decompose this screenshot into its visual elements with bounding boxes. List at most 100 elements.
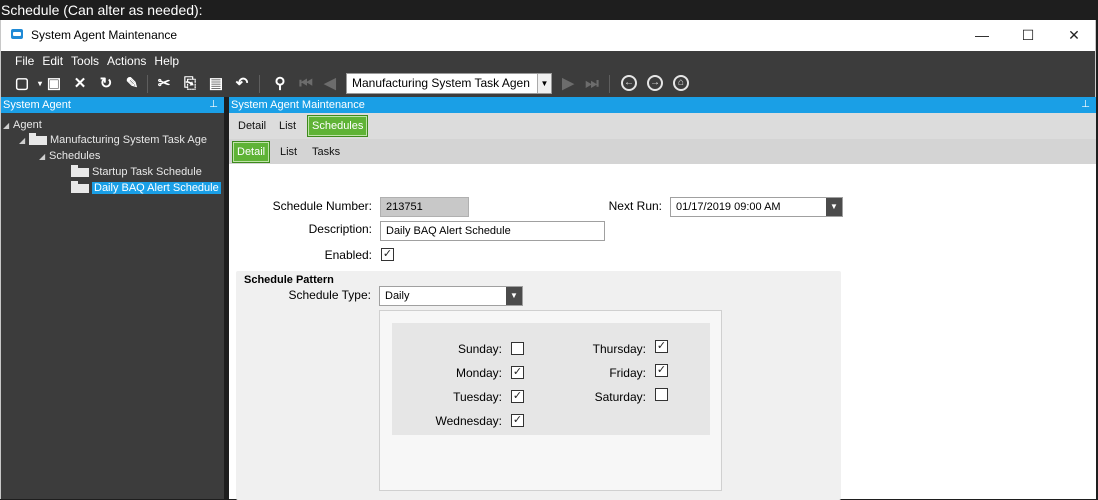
last-record-icon[interactable]: ⏭ [583,75,601,93]
delete-icon[interactable]: ✕ [71,75,89,93]
tree-pane-title: System Agent [3,99,71,111]
menu-actions[interactable]: Actions [103,51,150,71]
menu-file[interactable]: File [11,51,38,71]
tree-node-label: Startup Task Schedule [92,166,202,178]
next-run-field[interactable]: 01/17/2019 09:00 AM ▼ [670,197,843,217]
chevron-down-icon[interactable]: ▼ [506,287,522,305]
enabled-checkbox[interactable]: ✓ [381,248,394,261]
folder-icon [71,181,89,193]
record-selector[interactable]: Manufacturing System Task Agen ▼ [346,73,552,94]
pin-icon[interactable]: ⊥ [1081,97,1090,113]
schedule-type-value: Daily [385,290,410,302]
schedule-type-label: Schedule Type: [288,288,371,302]
paste-icon[interactable]: ▤ [207,75,225,93]
tree-pane-header: System Agent ⊥ [1,97,224,113]
day-selection-box: Sunday: Monday: ✓ Tuesday: ✓ Wednesday: … [392,323,710,435]
toolbar: ▢ ▾ ▣ ✕ ↻ ✎ ✂ ⎘ ▤ ↶ ⚲ ⏮ ◀ Manufacturing … [1,71,1095,97]
detail-pane: System Agent Maintenance ⊥ Detail List S… [229,97,1096,500]
folder-icon [71,165,89,177]
chevron-down-icon[interactable]: ▼ [537,74,551,93]
undo-icon[interactable]: ↶ [233,75,251,93]
schedule-number-field: 213751 [380,197,469,217]
tree-node-agent[interactable]: ◢ Agent [3,117,42,133]
tree-node-label: Manufacturing System Task Age [50,134,207,146]
app-window: System Agent Maintenance — ☐ ✕ File Edit Too… [0,20,1096,500]
toolbar-separator [609,75,610,93]
record-selector-value: Manufacturing System Task Agen [352,76,530,90]
description-value: Daily BAQ Alert Schedule [386,225,511,237]
subtab-list[interactable]: List [276,143,301,163]
menu-help[interactable]: Help [150,51,183,71]
clear-icon[interactable]: ✎ [123,75,141,93]
detail-pane-header: System Agent Maintenance ⊥ [229,97,1096,113]
tree-node-startup-schedule[interactable]: Startup Task Schedule [71,164,202,180]
minimize-button[interactable]: — [959,20,1005,51]
sub-tab-strip: Detail List Tasks [229,139,1096,164]
refresh-icon[interactable]: ↻ [97,75,115,93]
back-icon[interactable]: ← [621,75,637,91]
friday-label: Friday: [609,366,646,380]
enabled-label: Enabled: [324,248,372,262]
tree-node-label-selected: Daily BAQ Alert Schedule [92,182,221,194]
expand-arrow-icon[interactable]: ◢ [3,118,13,134]
subtab-detail[interactable]: Detail [232,141,271,163]
copy-icon[interactable]: ⎘ [181,75,199,93]
saturday-label: Saturday: [594,390,646,404]
chevron-down-icon[interactable]: ▼ [826,198,842,216]
home-icon[interactable]: ⌂ [673,75,689,91]
subtab-tasks[interactable]: Tasks [308,143,344,163]
window-title: System Agent Maintenance [31,28,178,42]
monday-checkbox[interactable]: ✓ [511,366,524,379]
save-icon[interactable]: ▣ [45,75,63,93]
first-record-icon[interactable]: ⏮ [297,75,315,93]
saturday-checkbox[interactable] [655,388,668,401]
sunday-label: Sunday: [457,342,502,356]
new-icon[interactable]: ▢ [13,75,31,93]
forward-icon[interactable]: → [647,75,663,91]
sunday-checkbox[interactable] [511,342,524,355]
schedule-number-value: 213751 [386,201,423,213]
monday-label: Monday: [455,366,502,380]
tree-pane: System Agent ⊥ ◢ Agent ◢ Manufacturing Sys… [1,97,224,499]
tree-node-label: Agent [13,119,42,131]
search-icon[interactable]: ⚲ [271,75,289,93]
title-bar: System Agent Maintenance — ☐ ✕ [1,20,1095,51]
menu-edit[interactable]: Edit [38,51,67,71]
cut-icon[interactable]: ✂ [155,75,173,93]
tab-list[interactable]: List [275,117,300,137]
tuesday-checkbox[interactable]: ✓ [511,390,524,403]
expand-arrow-icon[interactable]: ◢ [19,133,29,149]
thursday-checkbox[interactable]: ✓ [655,340,668,353]
thursday-label: Thursday: [592,342,646,356]
menu-tools[interactable]: Tools [67,51,103,71]
main-tab-strip: Detail List Schedules [229,113,1096,139]
tree-node-agent-item[interactable]: ◢ Manufacturing System Task Age [19,132,207,148]
tuesday-label: Tuesday: [453,390,502,404]
friday-checkbox[interactable]: ✓ [655,364,668,377]
tree-node-schedules[interactable]: ◢ Schedules [39,148,100,164]
app-icon [11,29,23,39]
toolbar-separator [259,75,260,93]
schedule-type-select[interactable]: Daily ▼ [379,286,523,306]
next-record-icon[interactable]: ▶ [559,75,577,93]
description-field[interactable]: Daily BAQ Alert Schedule [380,221,605,241]
description-label: Description: [308,222,372,236]
schedule-number-label: Schedule Number: [272,199,372,213]
expand-arrow-icon[interactable]: ◢ [39,149,49,165]
next-run-value: 01/17/2019 09:00 AM [676,201,781,213]
tree-node-daily-baq-schedule[interactable]: Daily BAQ Alert Schedule [71,180,221,196]
tab-detail[interactable]: Detail [234,117,270,137]
prev-record-icon[interactable]: ◀ [321,75,339,93]
next-run-label: Next Run: [608,199,662,213]
close-button[interactable]: ✕ [1051,20,1097,51]
wednesday-checkbox[interactable]: ✓ [511,414,524,427]
schedule-form: Schedule Number: 213751 Next Run: 01/17/… [229,164,1096,500]
detail-pane-title: System Agent Maintenance [231,99,365,111]
schedule-pattern-title: Schedule Pattern [244,274,334,286]
pin-icon[interactable]: ⊥ [209,97,218,113]
tab-schedules[interactable]: Schedules [307,115,369,137]
day-selection-panel: Sunday: Monday: ✓ Tuesday: ✓ Wednesday: … [379,310,722,491]
toolbar-separator [147,75,148,93]
maximize-button[interactable]: ☐ [1005,20,1051,51]
wednesday-label: Wednesday: [435,414,503,428]
